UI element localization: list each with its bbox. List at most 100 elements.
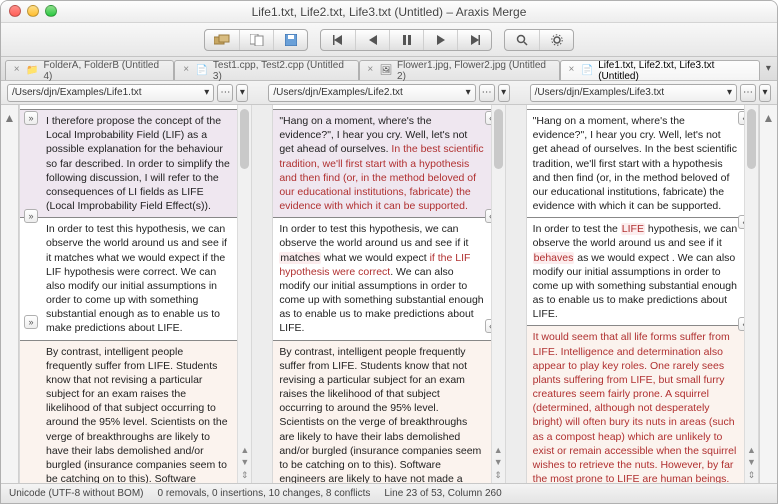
file-compare-button[interactable] — [239, 30, 273, 50]
path-text: /Users/djn/Examples/Life2.txt — [273, 87, 403, 98]
search-button[interactable] — [505, 30, 539, 50]
document-tab-bar: × 📁 FolderA, FolderB (Untitled 4) × 📄 Te… — [1, 57, 777, 81]
path-combo-1[interactable]: /Users/djn/Examples/Life1.txt ▾ — [7, 84, 214, 102]
scroll-expand-icon: ⇕ — [238, 470, 251, 481]
ruler-up-icon: ▲ — [763, 111, 775, 125]
diff-chunk: It would seem that all life forms suffer… — [527, 326, 744, 483]
folder-icon: 📁 — [26, 65, 38, 77]
save-button[interactable] — [273, 30, 307, 50]
scroll-down-icon: ▼ — [745, 457, 758, 467]
diff-chunk: "Hang on a moment, where's the evidence?… — [527, 109, 744, 218]
scrollbar-1[interactable]: ▲ ▼ ⇕ — [237, 105, 251, 483]
current-diff-button[interactable] — [389, 30, 423, 50]
window-title: Life1.txt, Life2.txt, Life3.txt (Untitle… — [252, 5, 527, 19]
scroll-up-icon: ▲ — [238, 445, 251, 455]
diff-chunk: "Hang on a moment, where's the evidence?… — [273, 109, 490, 218]
toolbar — [1, 23, 777, 57]
next-icon — [437, 35, 445, 45]
tab-label: Test1.cpp, Test2.cpp (Untitled 3) — [213, 60, 348, 82]
tab-life[interactable]: × 📄 Life1.txt, Life2.txt, Life3.txt (Unt… — [560, 60, 760, 80]
scroll-thumb[interactable] — [494, 109, 503, 169]
scroll-expand-icon: ⇕ — [492, 470, 505, 481]
folders-icon — [214, 34, 230, 46]
scroll-up-icon: ▲ — [492, 445, 505, 455]
overview-ruler-left[interactable]: ▲ — [1, 105, 19, 483]
close-tab-icon[interactable]: × — [567, 66, 576, 76]
scroll-up-icon: ▲ — [745, 445, 758, 455]
editor-2[interactable]: "Hang on a moment, where's the evidence?… — [273, 105, 504, 483]
editor-1[interactable]: I therefore propose the concept of the L… — [20, 105, 251, 483]
ruler-up-icon: ▲ — [4, 111, 16, 125]
tab-foldera[interactable]: × 📁 FolderA, FolderB (Untitled 4) — [5, 60, 174, 80]
last-diff-button[interactable] — [457, 30, 491, 50]
path-combo-2[interactable]: /Users/djn/Examples/Life2.txt ▾ — [268, 84, 475, 102]
tab-label: Life1.txt, Life2.txt, Life3.txt (Untitle… — [598, 60, 749, 82]
scroll-down-icon: ▼ — [492, 457, 505, 467]
close-tab-icon[interactable]: × — [12, 66, 21, 76]
diff-chunk: In order to test the LIFE hypothesis, we… — [527, 218, 744, 326]
compare-body: ▲ I therefore propose the concept of the… — [1, 105, 777, 483]
scrollbar-3[interactable]: ▲ ▼ ⇕ — [744, 105, 758, 483]
first-diff-button[interactable] — [321, 30, 355, 50]
image-icon: 🖼 — [380, 65, 392, 77]
title-bar: Life1.txt, Life2.txt, Life3.txt (Untitle… — [1, 1, 777, 23]
diff-chunk: By contrast, intelligent people frequent… — [273, 341, 490, 483]
status-encoding: Unicode (UTF-8 without BOM) — [9, 488, 143, 499]
diff-chunk: In order to test this hypothesis, we can… — [273, 218, 490, 340]
text-icon: 📄 — [581, 65, 593, 77]
search-icon — [516, 34, 528, 46]
status-diffs: 0 removals, 0 insertions, 10 changes, 8 … — [157, 488, 370, 499]
path-menu-3[interactable]: ⋯ — [740, 84, 756, 102]
close-tab-icon[interactable]: × — [181, 66, 190, 76]
path-menu-2[interactable]: ⋯ — [479, 84, 495, 102]
path-extra-3[interactable]: ▾ — [759, 84, 771, 102]
close-tab-icon[interactable]: × — [366, 66, 375, 76]
path-combo-3[interactable]: /Users/djn/Examples/Life3.txt ▾ — [530, 84, 737, 102]
source-icon: 📄 — [196, 65, 208, 77]
diff-chunk: By contrast, intelligent people frequent… — [20, 341, 237, 483]
options-button[interactable] — [539, 30, 573, 50]
skip-last-icon — [470, 35, 480, 45]
path-bar: /Users/djn/Examples/Life1.txt ▾ ⋯ ▾ /Use… — [1, 81, 777, 105]
prev-diff-button[interactable] — [355, 30, 389, 50]
prev-icon — [369, 35, 377, 45]
scroll-down-icon: ▼ — [238, 457, 251, 467]
status-cursor: Line 23 of 53, Column 260 — [384, 488, 501, 499]
window-controls — [9, 5, 57, 17]
pane-3: "Hang on a moment, where's the evidence?… — [526, 105, 759, 483]
status-bar: Unicode (UTF-8 without BOM) 0 removals, … — [1, 483, 777, 503]
path-text: /Users/djn/Examples/Life3.txt — [535, 87, 665, 98]
path-menu-1[interactable]: ⋯ — [217, 84, 233, 102]
merge-right-button[interactable]: » — [24, 315, 38, 329]
overview-ruler-right[interactable]: ▲ — [759, 105, 777, 483]
scrollbar-2[interactable]: ▲ ▼ ⇕ — [491, 105, 505, 483]
close-window-button[interactable] — [9, 5, 21, 17]
folder-compare-button[interactable] — [205, 30, 239, 50]
path-extra-2[interactable]: ▾ — [498, 84, 510, 102]
editor-3[interactable]: "Hang on a moment, where's the evidence?… — [527, 105, 758, 483]
scroll-thumb[interactable] — [747, 109, 756, 169]
merge-right-button[interactable]: » — [24, 209, 38, 223]
tab-overflow-button[interactable]: ▾ — [760, 57, 777, 80]
minimize-window-button[interactable] — [27, 5, 39, 17]
skip-first-icon — [333, 35, 343, 45]
link-column-23 — [506, 105, 526, 483]
tab-test1[interactable]: × 📄 Test1.cpp, Test2.cpp (Untitled 3) — [174, 60, 358, 80]
scroll-expand-icon: ⇕ — [745, 470, 758, 481]
save-icon — [285, 34, 297, 46]
zoom-window-button[interactable] — [45, 5, 57, 17]
tab-flower[interactable]: × 🖼 Flower1.jpg, Flower2.jpg (Untitled 2… — [359, 60, 560, 80]
dropdown-icon: ▾ — [204, 87, 209, 98]
dropdown-icon: ▾ — [466, 87, 471, 98]
path-extra-1[interactable]: ▾ — [236, 84, 248, 102]
next-diff-button[interactable] — [423, 30, 457, 50]
merge-right-button[interactable]: » — [24, 111, 38, 125]
tab-label: Flower1.jpg, Flower2.jpg (Untitled 2) — [397, 60, 549, 82]
scroll-thumb[interactable] — [240, 109, 249, 169]
tab-label: FolderA, FolderB (Untitled 4) — [43, 60, 163, 82]
pane-2: "Hang on a moment, where's the evidence?… — [272, 105, 505, 483]
files-icon — [250, 34, 264, 46]
diff-chunk: I therefore propose the concept of the L… — [20, 109, 237, 218]
pane-1: I therefore propose the concept of the L… — [19, 105, 252, 483]
dropdown-icon: ▾ — [727, 87, 732, 98]
